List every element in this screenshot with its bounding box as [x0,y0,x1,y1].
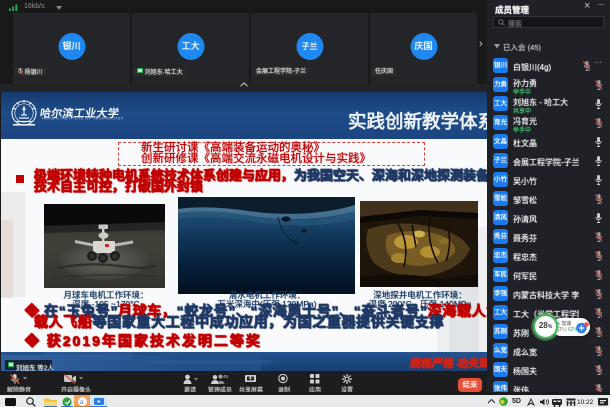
svg-text:45: 45 [223,374,229,379]
